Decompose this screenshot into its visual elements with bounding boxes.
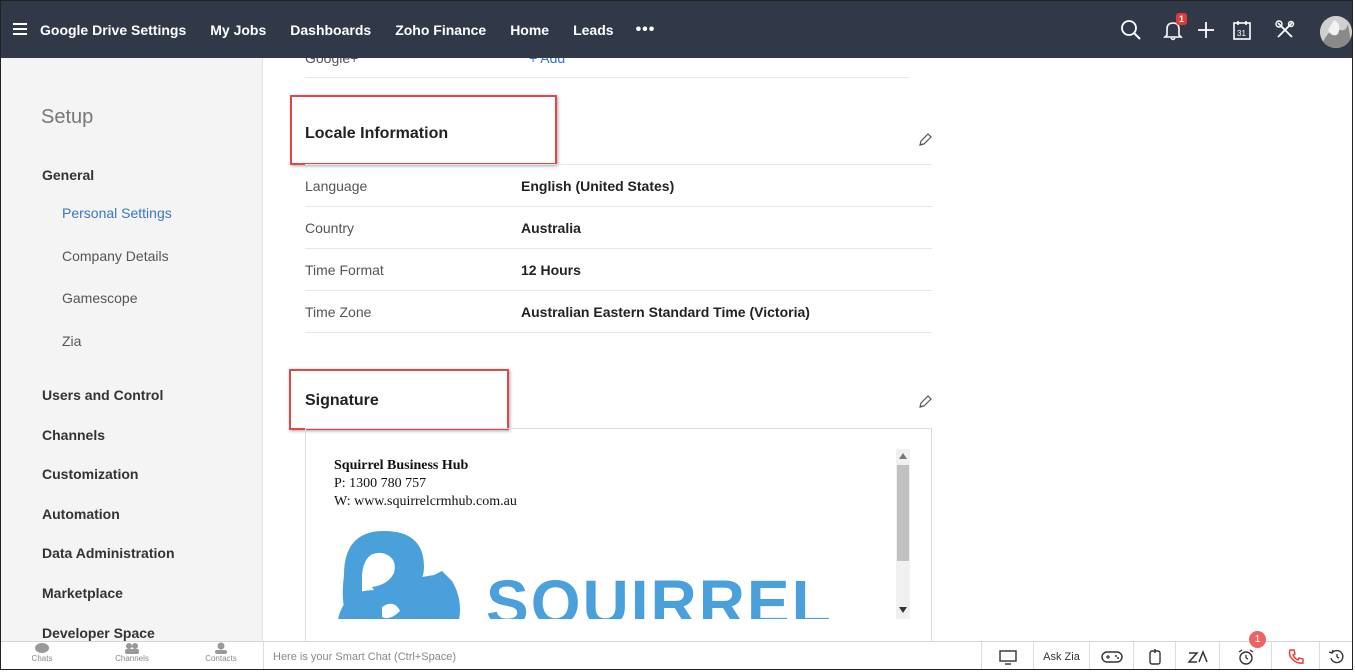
sidebar-title: Setup xyxy=(41,106,94,128)
add-icon[interactable] xyxy=(1195,19,1217,41)
signature-website: W: www.squirrelcrmhub.com.au xyxy=(334,494,517,509)
chats-label: Chats xyxy=(31,654,53,663)
calendar-icon[interactable]: 31 xyxy=(1231,19,1253,41)
locale-row-country: Country Australia xyxy=(305,207,932,249)
signature-scrollbar[interactable] xyxy=(896,449,910,619)
app-window: Google Drive Settings My Jobs Dashboards… xyxy=(0,0,1353,670)
google-plus-label: Google+ xyxy=(305,58,359,66)
language-value: English (United States) xyxy=(521,178,675,194)
more-tabs-icon[interactable]: ••• xyxy=(636,21,656,39)
add-google-plus-link[interactable]: + Add xyxy=(529,58,565,66)
channels-label: Channels xyxy=(115,654,149,663)
sidebar-item-personal-settings[interactable]: Personal Settings xyxy=(62,205,172,221)
smart-chat-input[interactable]: Here is your Smart Chat (Ctrl+Space) xyxy=(263,642,981,669)
setup-tools-icon[interactable] xyxy=(1274,19,1296,41)
sidebar-item-zia[interactable]: Zia xyxy=(62,333,81,349)
signature-section-title: Signature xyxy=(305,392,379,409)
signature-text: Squirrel Business Hub P: 1300 780 757 W:… xyxy=(334,457,517,511)
locale-section-title: Locale Information xyxy=(305,125,449,142)
country-label: Country xyxy=(305,220,355,236)
signature-company: Squirrel Business Hub xyxy=(334,458,469,473)
locale-row-time-zone: Time Zone Australian Eastern Standard Ti… xyxy=(305,291,932,333)
sidebar-item-company-details[interactable]: Company Details xyxy=(62,248,169,264)
nav-home[interactable]: Home xyxy=(510,22,549,38)
nav-google-drive-settings[interactable]: Google Drive Settings xyxy=(40,22,186,38)
time-zone-label: Time Zone xyxy=(305,304,372,320)
setup-sidebar: Setup General Personal Settings Company … xyxy=(1,58,263,641)
zia-logo-icon[interactable] xyxy=(1175,642,1219,669)
language-label: Language xyxy=(305,178,368,194)
screen-share-icon[interactable] xyxy=(981,642,1033,669)
nav-my-jobs[interactable]: My Jobs xyxy=(210,22,266,38)
time-format-value: 12 Hours xyxy=(521,262,581,278)
sidebar-section-general[interactable]: General xyxy=(42,167,94,183)
gamepad-icon[interactable] xyxy=(1089,642,1133,669)
notification-badge: 1 xyxy=(1176,13,1188,25)
sidebar-section-automation[interactable]: Automation xyxy=(42,506,120,522)
logo-wordmark: SQUIRREL xyxy=(486,567,833,619)
svg-text:31: 31 xyxy=(1237,29,1246,38)
squirrel-logo: SQUIRREL xyxy=(338,529,898,619)
time-zone-value: Australian Eastern Standard Time (Victor… xyxy=(521,304,810,320)
sidebar-section-channels[interactable]: Channels xyxy=(42,427,105,443)
signature-phone: P: 1300 780 757 xyxy=(334,476,427,491)
ask-zia-button[interactable]: Ask Zia xyxy=(1033,642,1089,669)
nav-zoho-finance[interactable]: Zoho Finance xyxy=(395,22,486,38)
edit-locale-pencil-icon[interactable] xyxy=(917,132,933,148)
phone-icon[interactable] xyxy=(1271,642,1319,669)
bottom-bar: Chats Channels Contacts Here is your Sma… xyxy=(1,631,1352,669)
sidebar-section-marketplace[interactable]: Marketplace xyxy=(42,585,123,601)
user-avatar[interactable] xyxy=(1320,16,1352,48)
locale-row-time-format: Time Format 12 Hours xyxy=(305,249,932,291)
sidebar-section-customization[interactable]: Customization xyxy=(42,466,138,482)
alarm-badge: 1 xyxy=(1249,631,1266,648)
top-navbar: Google Drive Settings My Jobs Dashboards… xyxy=(1,1,1352,58)
sidebar-section-data-administration[interactable]: Data Administration xyxy=(42,545,175,561)
time-format-label: Time Format xyxy=(305,262,384,278)
hamburger-menu-icon[interactable] xyxy=(13,23,27,35)
locale-row-language: Language English (United States) xyxy=(305,165,932,207)
google-plus-row: Google+ + Add xyxy=(305,58,909,78)
sidebar-section-users-and-control[interactable]: Users and Control xyxy=(42,387,163,403)
settings-content: Google+ + Add Locale Information Languag… xyxy=(263,58,1352,641)
alarm-clock-icon[interactable] xyxy=(1219,642,1271,669)
history-icon[interactable] xyxy=(1319,642,1352,669)
nav-dashboards[interactable]: Dashboards xyxy=(290,22,371,38)
scrollbar-thumb[interactable] xyxy=(897,465,909,561)
main-nav: Google Drive Settings My Jobs Dashboards… xyxy=(40,1,655,58)
edit-signature-pencil-icon[interactable] xyxy=(917,394,933,410)
channels-button[interactable]: Channels xyxy=(113,642,151,663)
nav-leads[interactable]: Leads xyxy=(573,22,613,38)
notifications-bell-icon[interactable]: 1 xyxy=(1162,13,1188,41)
sidebar-item-gamescope[interactable]: Gamescope xyxy=(62,290,137,306)
contacts-label: Contacts xyxy=(205,654,237,663)
signature-preview: Squirrel Business Hub P: 1300 780 757 W:… xyxy=(305,428,932,641)
sidebar-section-developer-space[interactable]: Developer Space xyxy=(42,625,155,641)
chats-button[interactable]: Chats xyxy=(29,642,55,663)
touch-icon[interactable] xyxy=(1133,642,1175,669)
country-value: Australia xyxy=(521,220,581,236)
search-icon[interactable] xyxy=(1120,19,1142,41)
contacts-button[interactable]: Contacts xyxy=(201,642,241,663)
